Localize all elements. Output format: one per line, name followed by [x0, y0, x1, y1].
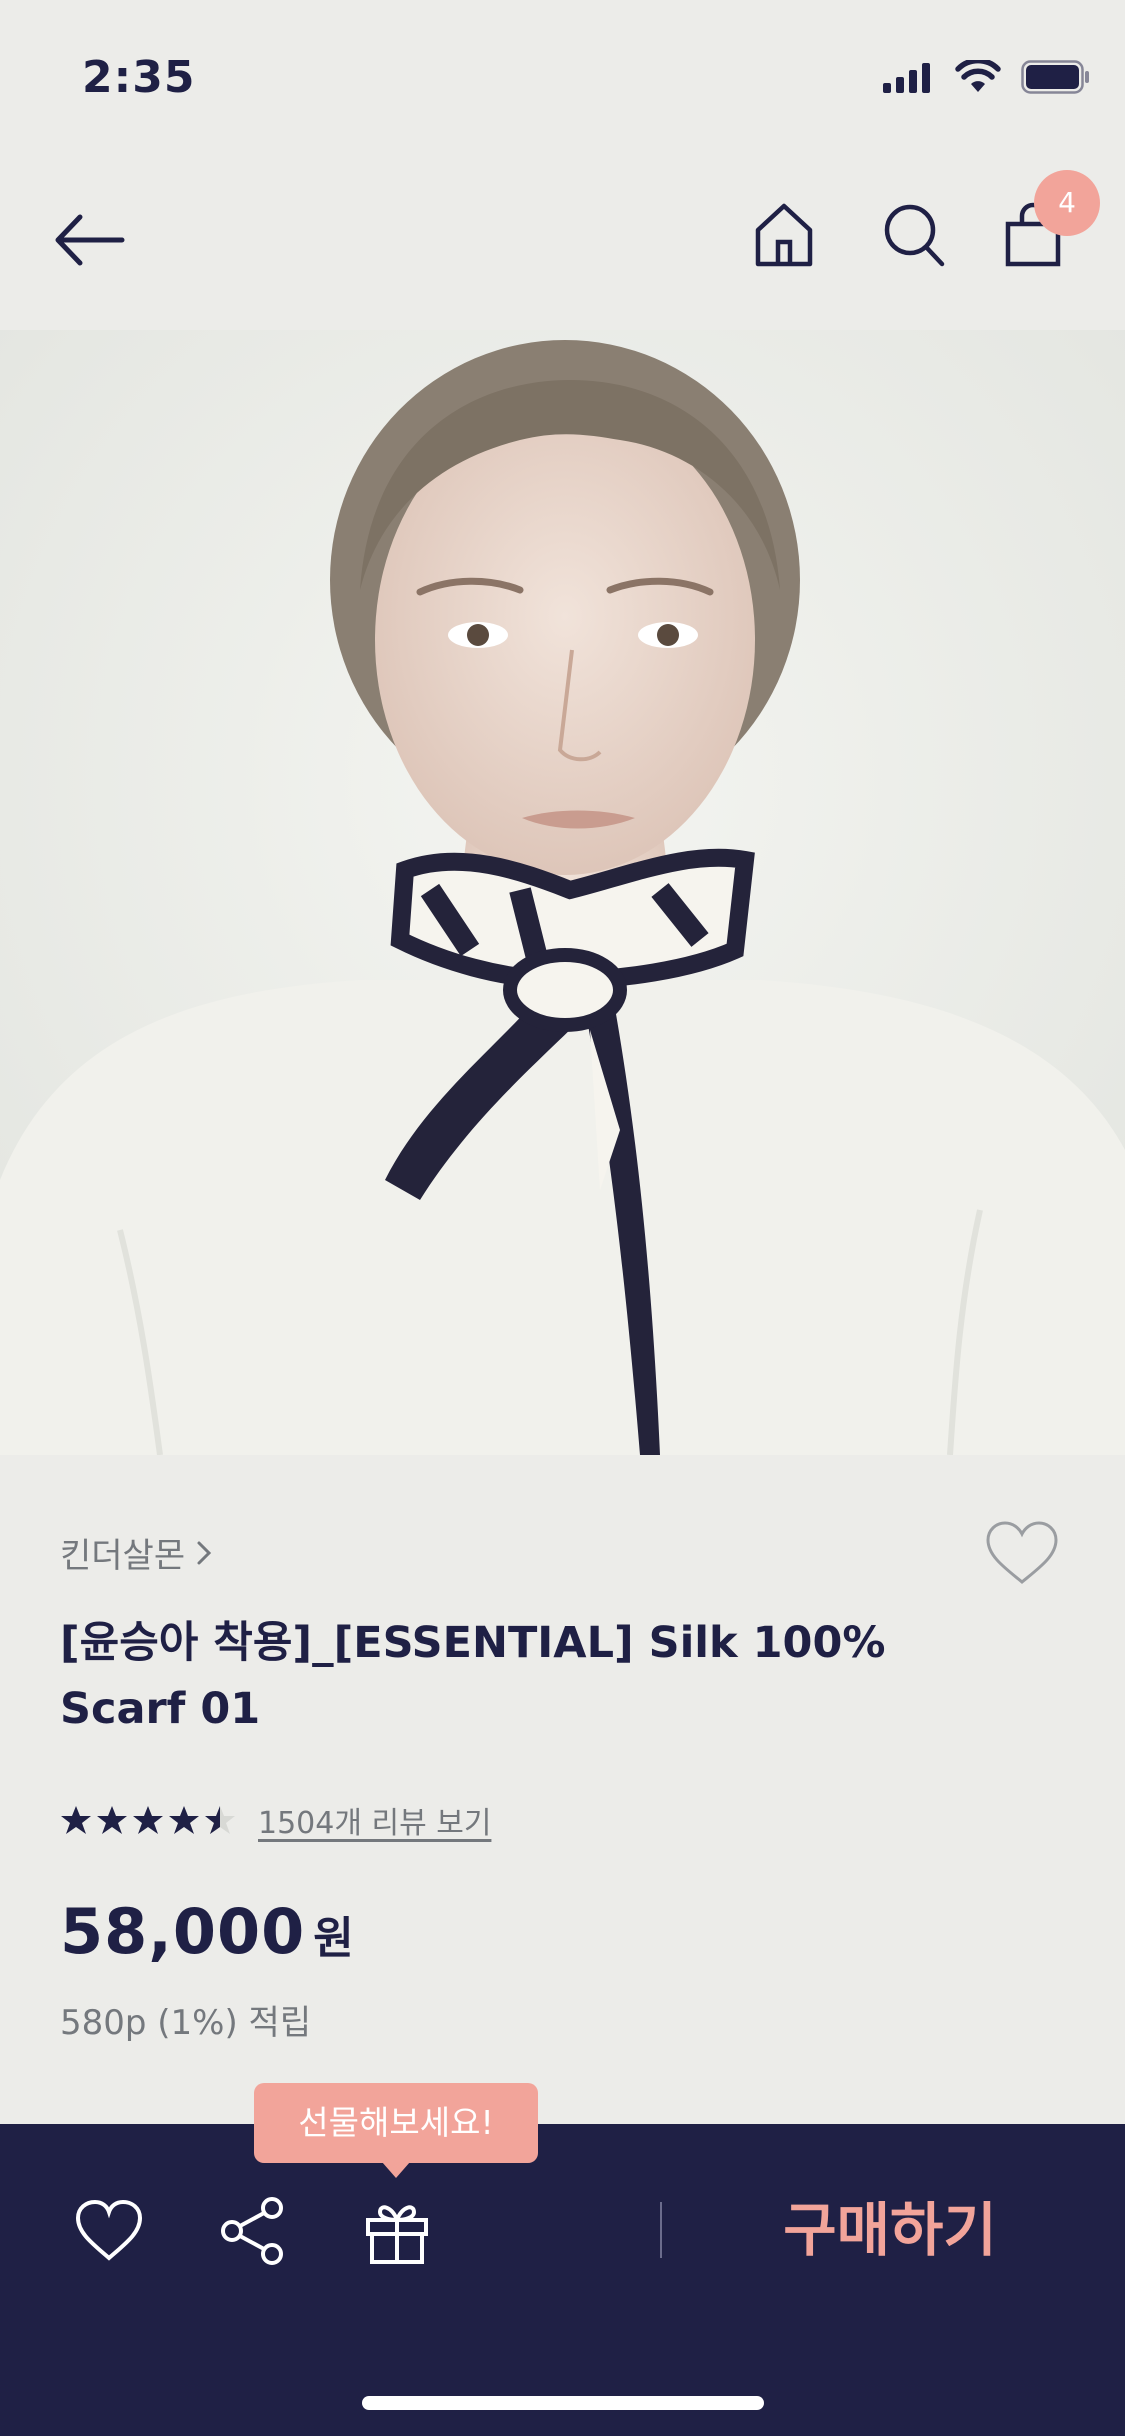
product-photo	[0, 330, 1125, 1455]
tooltip-arrow	[382, 2162, 410, 2178]
search-icon	[884, 204, 945, 267]
price-amount: 58,000	[60, 1895, 306, 1968]
star-icon	[169, 1806, 199, 1834]
share-button[interactable]	[218, 2196, 288, 2266]
top-nav-bar	[0, 150, 1125, 330]
product-title: [윤승아 착용]_[ESSENTIAL] Silk 100% Scarf 01	[60, 1618, 886, 1734]
star-icon	[133, 1806, 163, 1834]
like-button[interactable]	[74, 2196, 144, 2266]
brand-link[interactable]: 킨더살몬	[60, 1528, 213, 1577]
star-icon	[61, 1806, 91, 1834]
rating-row: 1504개 리뷰 보기	[60, 1798, 491, 1842]
heart-icon	[75, 2199, 143, 2261]
home-indicator	[362, 2396, 764, 2410]
brand-name: 킨더살몬	[60, 1536, 186, 1576]
status-bar: 2:35	[0, 0, 1125, 140]
wishlist-button[interactable]	[985, 1520, 1059, 1586]
gift-button[interactable]	[362, 2196, 432, 2266]
status-time: 2:35	[82, 52, 196, 103]
review-link[interactable]: 1504개 리뷰 보기	[258, 1798, 491, 1842]
gift-tooltip: 선물해보세요!	[254, 2083, 538, 2163]
status-icons	[883, 60, 1091, 94]
rating-stars	[60, 1804, 236, 1836]
share-icon	[221, 2197, 283, 2265]
price: 58,000 원	[60, 1895, 354, 1968]
heart-icon	[986, 1521, 1058, 1584]
star-half-icon	[205, 1806, 235, 1834]
signal-icon	[883, 63, 930, 93]
buy-button[interactable]: 구매하기	[700, 2180, 1080, 2280]
bottom-bar-divider	[660, 2202, 662, 2258]
product-image[interactable]	[0, 330, 1125, 1455]
back-button[interactable]	[50, 205, 130, 275]
gift-icon	[366, 2205, 428, 2264]
star-icon	[97, 1806, 127, 1834]
chevron-right-icon	[197, 1541, 212, 1564]
battery-icon	[1021, 60, 1089, 94]
reward-points: 580p (1%) 적립	[60, 2003, 312, 2043]
price-currency: 원	[313, 1913, 354, 1964]
back-arrow-icon	[55, 214, 125, 266]
wifi-icon	[955, 60, 1001, 92]
search-button[interactable]	[880, 200, 948, 270]
bottom-action-bar	[0, 2124, 1125, 2436]
cart-count-badge: 4	[1034, 170, 1100, 236]
home-button[interactable]	[752, 200, 816, 270]
home-icon	[755, 203, 813, 267]
